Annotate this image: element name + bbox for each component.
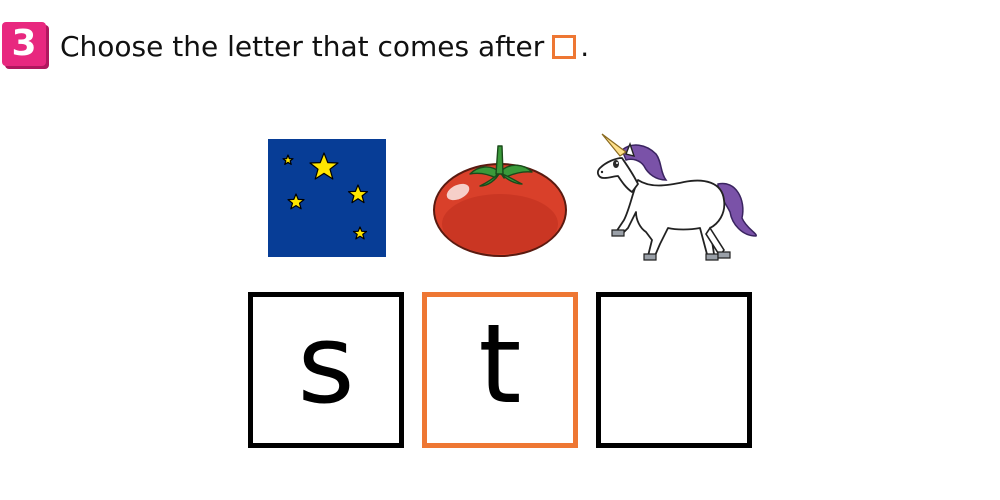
letter-box-1: s — [248, 292, 404, 448]
instruction-suffix: . — [580, 29, 590, 63]
letter-box-2-letter: t — [478, 300, 522, 428]
letter-box-2-highlighted: t — [422, 292, 578, 448]
unicorn-icon — [597, 133, 757, 261]
highlight-box-indicator — [552, 35, 577, 59]
tomato-icon — [433, 145, 567, 257]
stars-night-sky-icon — [268, 139, 386, 257]
letter-box-3-answer[interactable] — [596, 292, 752, 448]
instruction-label: Choose the letter that comes after — [60, 29, 545, 63]
letter-box-1-letter: s — [297, 300, 355, 428]
instruction-text: Choose the letter that comes after . — [60, 26, 589, 66]
question-number-badge: 3 — [2, 22, 46, 66]
